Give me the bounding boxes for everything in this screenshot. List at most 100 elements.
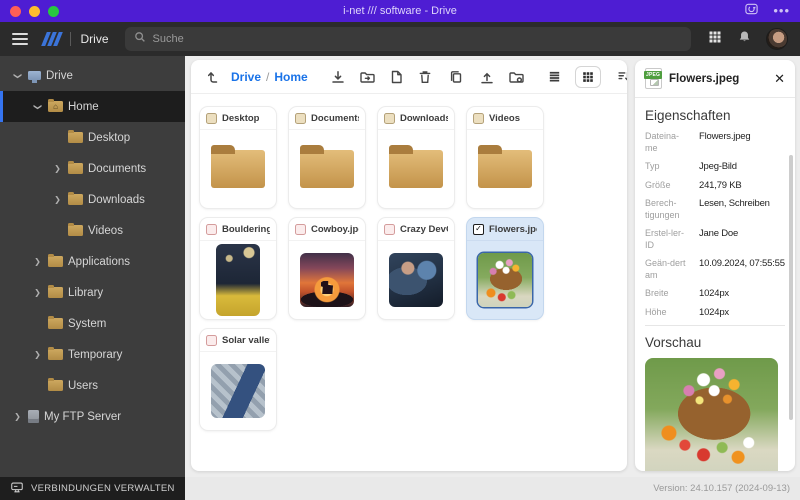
- file-card-body: [467, 130, 543, 208]
- file-card-header: Solar valley....: [200, 329, 276, 352]
- property-label: Dateina-me: [645, 131, 691, 154]
- notifications-bell-icon[interactable]: [737, 29, 752, 49]
- property-value: 241,79 KB: [699, 180, 785, 192]
- sidebar-item-documents[interactable]: Documents: [0, 153, 185, 184]
- titlebar-more-icon[interactable]: •••: [773, 6, 790, 16]
- sidebar-item-label: Applications: [68, 256, 130, 268]
- sidebar-item-my-ftp-server[interactable]: My FTP Server: [0, 401, 185, 432]
- sidebar-item-home[interactable]: Home: [0, 91, 185, 122]
- breadcrumb-drive[interactable]: Drive: [231, 70, 261, 84]
- sidebar-item-drive[interactable]: Drive: [0, 60, 185, 91]
- sidebar-item-downloads[interactable]: Downloads: [0, 184, 185, 215]
- close-icon[interactable]: ✕: [774, 72, 785, 85]
- breadcrumb: Drive/Home: [231, 70, 308, 84]
- menu-icon[interactable]: [12, 33, 28, 45]
- sort-icon[interactable]: ▼: [616, 69, 627, 84]
- file-card-solar-valley[interactable]: Solar valley....: [200, 329, 276, 430]
- chevron-right-icon[interactable]: [32, 258, 43, 266]
- delete-icon[interactable]: [417, 69, 433, 85]
- cowboy-thumbnail: [300, 253, 354, 307]
- sidebar-item-library[interactable]: Library: [0, 277, 185, 308]
- list-view-icon[interactable]: [547, 69, 562, 84]
- file-card-desktop[interactable]: Desktop: [200, 107, 276, 208]
- chevron-right-icon[interactable]: [52, 165, 63, 173]
- download-icon[interactable]: [330, 69, 346, 85]
- sidebar-item-label: Desktop: [88, 132, 130, 144]
- file-card-crazy-devo[interactable]: Crazy DevO...: [378, 218, 454, 319]
- chevron-down-icon[interactable]: [14, 70, 22, 81]
- folder-settings-icon[interactable]: [508, 69, 525, 85]
- sidebar-item-temporary[interactable]: Temporary: [0, 339, 185, 370]
- sidebar-item-applications[interactable]: Applications: [0, 246, 185, 277]
- file-name: Documents: [311, 113, 359, 124]
- file-card-downloads[interactable]: Downloads: [378, 107, 454, 208]
- file-card-bouldering[interactable]: Bouldering....: [200, 218, 276, 319]
- app-launcher-icon[interactable]: [707, 29, 723, 50]
- file-card-body: [289, 241, 365, 319]
- sidebar-item-label: Documents: [88, 163, 146, 175]
- close-window-button[interactable]: [10, 6, 21, 17]
- sidebar-item-videos[interactable]: Videos: [0, 215, 185, 246]
- chevron-right-icon[interactable]: [52, 196, 63, 204]
- image-file-mini-icon[interactable]: [206, 224, 217, 235]
- jpeg-file-icon: JPEG: [645, 68, 662, 89]
- chevron-right-icon[interactable]: [12, 413, 23, 421]
- property-row: Dateina-me Flowers.jpeg: [645, 131, 785, 154]
- image-file-mini-icon[interactable]: [295, 224, 306, 235]
- file-name: Videos: [489, 113, 520, 124]
- manage-connections-button[interactable]: VERBINDUNGEN VERWALTEN: [0, 477, 185, 500]
- manage-connections-label: VERBINDUNGEN VERWALTEN: [31, 483, 175, 494]
- file-card-flowers-jpeg[interactable]: ✓Flowers.jpeg: [467, 218, 543, 319]
- folder-mini-icon[interactable]: [473, 113, 484, 124]
- file-card-videos[interactable]: Videos: [467, 107, 543, 208]
- sidebar-item-desktop[interactable]: Desktop: [0, 122, 185, 153]
- file-name: Downloads: [400, 113, 448, 124]
- sidebar-item-label: System: [68, 318, 106, 330]
- new-file-icon[interactable]: [389, 69, 404, 85]
- folder-mini-icon[interactable]: [295, 113, 306, 124]
- folder-icon: [48, 349, 63, 360]
- copy-icon[interactable]: [448, 69, 464, 85]
- zoom-window-button[interactable]: [48, 6, 59, 17]
- file-card-documents[interactable]: Documents: [289, 107, 365, 208]
- search-input[interactable]: [153, 33, 683, 45]
- product-name: Drive: [81, 32, 109, 46]
- details-scrollbar[interactable]: [789, 155, 793, 420]
- sidebar-item-users[interactable]: Users: [0, 370, 185, 401]
- file-card-body: [378, 241, 454, 319]
- folder-mini-icon[interactable]: [206, 113, 217, 124]
- remote-session-icon[interactable]: [744, 2, 759, 21]
- file-card-header: Cowboy.jpeg: [289, 218, 365, 241]
- app-toolbar: Drive: [0, 22, 800, 56]
- sidebar-item-label: Videos: [88, 225, 123, 237]
- grid-view-icon[interactable]: [575, 66, 601, 88]
- minimize-window-button[interactable]: [29, 6, 40, 17]
- chevron-right-icon[interactable]: [32, 351, 43, 359]
- checkbox-checked-icon[interactable]: ✓: [473, 224, 484, 235]
- folder-icon: [68, 194, 83, 205]
- folder-icon: [48, 318, 63, 329]
- image-file-mini-icon[interactable]: [206, 335, 217, 346]
- upload-icon[interactable]: [479, 69, 495, 85]
- folder-mini-icon[interactable]: [384, 113, 395, 124]
- chevron-down-icon[interactable]: [34, 101, 42, 112]
- file-card-cowboy-jpeg[interactable]: Cowboy.jpeg: [289, 218, 365, 319]
- property-row: Breite1024px: [645, 288, 785, 300]
- file-card-body: [467, 241, 543, 319]
- breadcrumb-home[interactable]: Home: [274, 70, 307, 84]
- file-card-header: Crazy DevO...: [378, 218, 454, 241]
- move-to-folder-icon[interactable]: [359, 69, 376, 85]
- sidebar-item-system[interactable]: System: [0, 308, 185, 339]
- search-box[interactable]: [125, 27, 691, 51]
- property-value: 1024px: [699, 307, 785, 319]
- chevron-right-icon[interactable]: [32, 289, 43, 297]
- file-card-header: Downloads: [378, 107, 454, 130]
- details-header: JPEG Flowers.jpeg ✕: [635, 60, 795, 98]
- property-value: Flowers.jpeg: [699, 131, 785, 154]
- property-row: Berech-tigungenLesen, Schreiben: [645, 198, 785, 221]
- image-file-mini-icon[interactable]: [384, 224, 395, 235]
- file-name: Desktop: [222, 113, 259, 124]
- navigate-up-icon[interactable]: [205, 69, 221, 85]
- file-browser-panel: Drive/Home: [191, 60, 627, 471]
- user-avatar[interactable]: [766, 28, 788, 50]
